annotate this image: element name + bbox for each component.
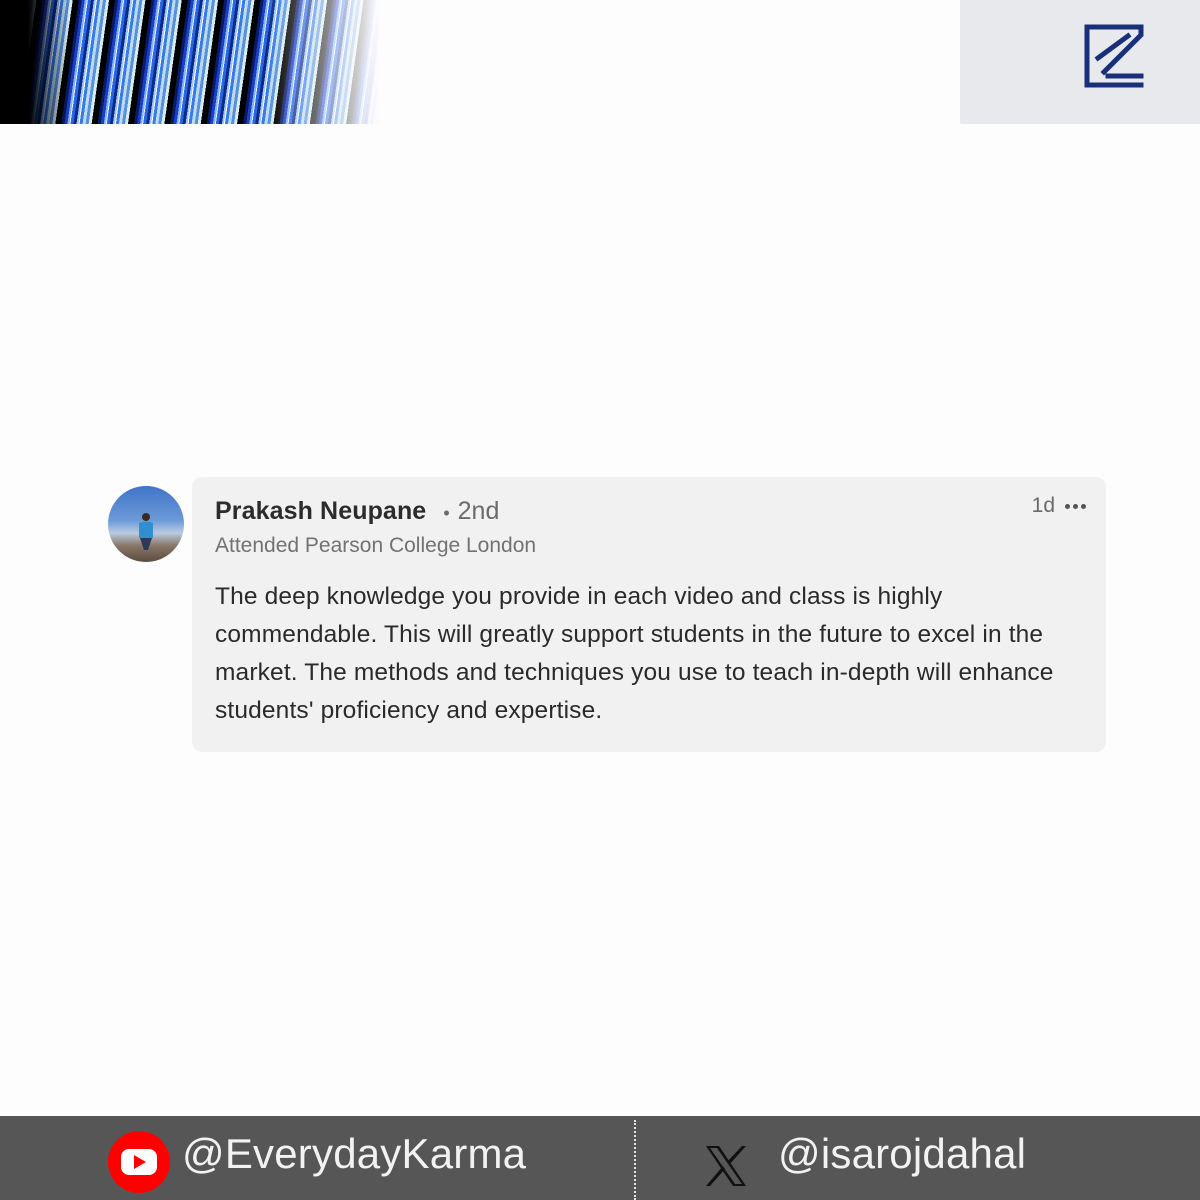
comment-body: The deep knowledge you provide in each v…	[215, 583, 1054, 724]
youtube-icon[interactable]	[108, 1131, 170, 1193]
connection-degree: 2nd	[457, 497, 500, 525]
person-silhouette-icon	[139, 513, 153, 550]
social-footer: @EverydayKarma @isarojdahal	[0, 1116, 1200, 1200]
separator-dot: •	[443, 503, 450, 523]
brand-logo-icon	[1084, 24, 1144, 88]
avatar[interactable]	[108, 486, 184, 562]
comment-card: Prakash Neupane • 2nd Attended Pearson C…	[192, 477, 1106, 752]
footer-divider	[634, 1120, 636, 1200]
youtube-handle[interactable]: @EverydayKarma	[182, 1130, 526, 1178]
x-handle[interactable]: @isarojdahal	[778, 1130, 1026, 1178]
more-horizontal-icon[interactable]	[1063, 496, 1088, 516]
comment-author-row: Prakash Neupane • 2nd	[215, 497, 499, 526]
comment-timestamp: 1d	[1031, 494, 1055, 517]
header-light-streak-graphic	[0, 0, 380, 124]
author-headline: Attended Pearson College London	[215, 534, 537, 557]
author-name[interactable]: Prakash Neupane	[215, 497, 426, 526]
comment-meta: 1d	[1032, 494, 1088, 518]
brand-logo-container	[960, 0, 1200, 124]
x-twitter-icon[interactable]	[704, 1144, 748, 1188]
